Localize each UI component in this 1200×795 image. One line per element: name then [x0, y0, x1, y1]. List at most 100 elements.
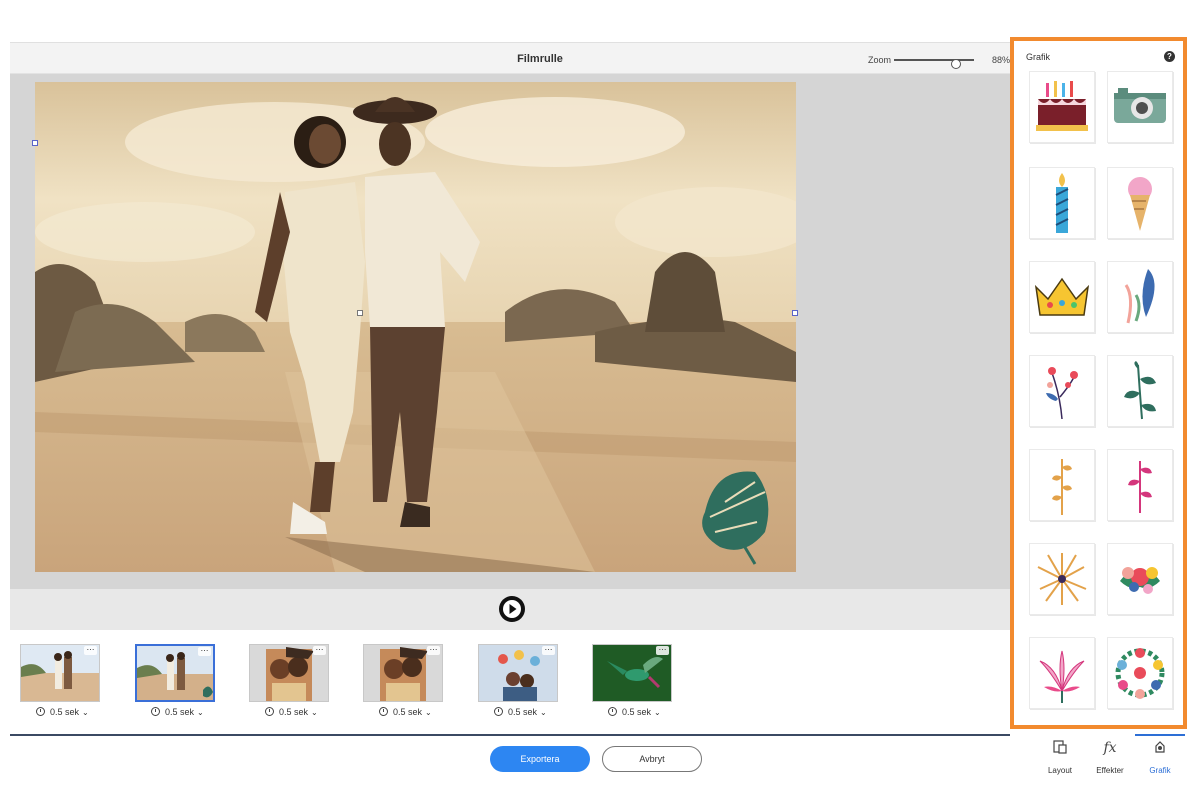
camera-icon — [1114, 88, 1166, 123]
graphic-ice-cream[interactable] — [1107, 167, 1173, 239]
play-button[interactable] — [499, 596, 525, 622]
clip-duration-dropdown[interactable]: 0.5 sek ⌄ — [265, 707, 318, 719]
graphic-green-leaf-branch[interactable] — [1107, 355, 1173, 427]
berry-branch-icon — [1046, 367, 1078, 420]
help-icon[interactable]: ? — [1164, 51, 1175, 62]
transform-handle-left[interactable] — [32, 140, 38, 146]
graphic-camera[interactable] — [1107, 71, 1173, 143]
graphic-candle[interactable] — [1029, 167, 1095, 239]
graphic-berry-branch[interactable] — [1029, 355, 1095, 427]
chevron-down-icon: ⌄ — [654, 708, 661, 717]
graphics-panel: Grafik ? — [1010, 37, 1187, 729]
pink-sprig-icon — [1128, 461, 1152, 513]
clip-more-button[interactable]: ⋯ — [84, 646, 97, 655]
clip-thumbnail[interactable]: ⋯ — [135, 644, 215, 702]
clip-duration-dropdown[interactable]: 0.5 sek ⌄ — [151, 707, 204, 719]
firework-icon — [1037, 553, 1087, 605]
clip-4[interactable]: ⋯ 0.5 sek ⌄ — [363, 644, 443, 724]
graphic-firework[interactable] — [1029, 543, 1095, 615]
lotus-flower-icon — [1039, 650, 1085, 703]
clip-more-button[interactable]: ⋯ — [542, 646, 555, 655]
editor-header: Filmrulle Zoom 88% — [10, 42, 1010, 74]
tab-label: Layout — [1047, 766, 1073, 775]
tab-graphics[interactable]: Grafik — [1135, 734, 1185, 786]
candle-icon — [1055, 173, 1069, 233]
crown-icon — [1034, 277, 1090, 316]
zoom-control: Zoom 88% — [868, 54, 1016, 69]
clip-more-button[interactable]: ⋯ — [656, 646, 669, 655]
zoom-slider-handle[interactable] — [951, 59, 961, 69]
clip-thumbnail[interactable]: ⋯ — [592, 644, 672, 702]
clip-duration-dropdown[interactable]: 0.5 sek ⌄ — [608, 707, 661, 719]
clip-2[interactable]: ⋯ 0.5 sek ⌄ — [135, 644, 215, 724]
graphic-feather-leaves[interactable] — [1107, 261, 1173, 333]
zoom-value: 88% — [992, 55, 1011, 65]
panel-header: Grafik ? — [1014, 41, 1183, 63]
clock-icon — [151, 707, 160, 716]
graphic-birthday-cake[interactable] — [1029, 71, 1095, 143]
clip-more-button[interactable]: ⋯ — [427, 646, 440, 655]
graphic-wheat-sprig[interactable] — [1029, 449, 1095, 521]
clip-thumbnail[interactable]: ⋯ — [478, 644, 558, 702]
graphic-lotus-flower[interactable] — [1029, 637, 1095, 709]
chevron-down-icon: ⌄ — [311, 708, 318, 717]
tab-layout[interactable]: Layout — [1035, 736, 1085, 786]
playback-bar — [10, 589, 1010, 630]
transform-handle-center[interactable] — [357, 310, 363, 316]
clip-thumbnail[interactable]: ⋯ — [363, 644, 443, 702]
clip-thumbnail[interactable]: ⋯ — [20, 644, 100, 702]
export-button[interactable]: Exportera — [490, 746, 590, 772]
ice-cream-icon — [1128, 177, 1152, 231]
chevron-down-icon: ⌄ — [425, 708, 432, 717]
clip-thumbnail[interactable]: ⋯ — [249, 644, 329, 702]
clock-icon — [265, 707, 274, 716]
clip-duration: 0.5 sek — [393, 707, 423, 717]
clip-3[interactable]: ⋯ 0.5 sek ⌄ — [249, 644, 329, 724]
graphic-flower-bouquet[interactable] — [1107, 543, 1173, 615]
flower-bouquet-icon — [1120, 567, 1160, 594]
tab-label: Effekter — [1096, 766, 1124, 775]
filmstrip: ⋯ 0.5 sek ⌄ ⋯ 0.5 sek ⌄ ⋯ 0.5 sek ⌄ ⋯ 0.… — [10, 630, 1010, 734]
preview-stage — [10, 74, 1010, 589]
clock-icon — [608, 707, 617, 716]
clip-duration-dropdown[interactable]: 0.5 sek ⌄ — [36, 707, 89, 719]
photo-editor-window: Filmrulle Zoom 88% ⋯ 0.5 sek ⌄ ⋯ 0.5 sek… — [0, 0, 1200, 795]
clip-more-button[interactable]: ⋯ — [198, 647, 211, 656]
birthday-cake-icon — [1036, 81, 1088, 131]
clip-duration: 0.5 sek — [165, 707, 195, 717]
flower-wreath-icon — [1115, 648, 1165, 699]
chevron-down-icon: ⌄ — [197, 708, 204, 717]
clock-icon — [36, 707, 45, 716]
graphic-flower-wreath[interactable] — [1107, 637, 1173, 709]
clip-duration: 0.5 sek — [508, 707, 538, 717]
couple-on-road-photo — [35, 82, 796, 572]
panel-tabs: Layout fx Effekter Grafik — [1035, 734, 1185, 786]
clip-duration-dropdown[interactable]: 0.5 sek ⌄ — [494, 707, 547, 719]
feather-leaves-icon — [1124, 269, 1155, 324]
green-leaf-branch-icon — [1124, 361, 1156, 420]
chevron-down-icon: ⌄ — [82, 708, 89, 717]
zoom-label: Zoom — [868, 55, 892, 65]
tab-effects[interactable]: fx Effekter — [1085, 736, 1135, 786]
chevron-down-icon: ⌄ — [540, 708, 547, 717]
clip-more-button[interactable]: ⋯ — [313, 646, 326, 655]
graphic-crown[interactable] — [1029, 261, 1095, 333]
clip-duration: 0.5 sek — [622, 707, 652, 717]
transform-handle-right[interactable] — [792, 310, 798, 316]
graphic-pink-sprig[interactable] — [1107, 449, 1173, 521]
layout-icon — [1035, 740, 1085, 758]
clip-duration-dropdown[interactable]: 0.5 sek ⌄ — [379, 707, 432, 719]
cancel-button[interactable]: Avbryt — [602, 746, 702, 772]
tab-label: Grafik — [1149, 766, 1171, 775]
clock-icon — [494, 707, 503, 716]
fx-icon: fx — [1103, 740, 1117, 756]
clip-duration: 0.5 sek — [279, 707, 309, 717]
main-photo[interactable] — [35, 82, 796, 572]
graphics-icon — [1135, 740, 1185, 758]
clock-icon — [379, 707, 388, 716]
panel-title: Grafik — [1026, 52, 1051, 62]
clip-1[interactable]: ⋯ 0.5 sek ⌄ — [20, 644, 100, 724]
clip-6[interactable]: ⋯ 0.5 sek ⌄ — [592, 644, 672, 724]
zoom-slider[interactable] — [894, 59, 974, 69]
clip-5[interactable]: ⋯ 0.5 sek ⌄ — [478, 644, 558, 724]
